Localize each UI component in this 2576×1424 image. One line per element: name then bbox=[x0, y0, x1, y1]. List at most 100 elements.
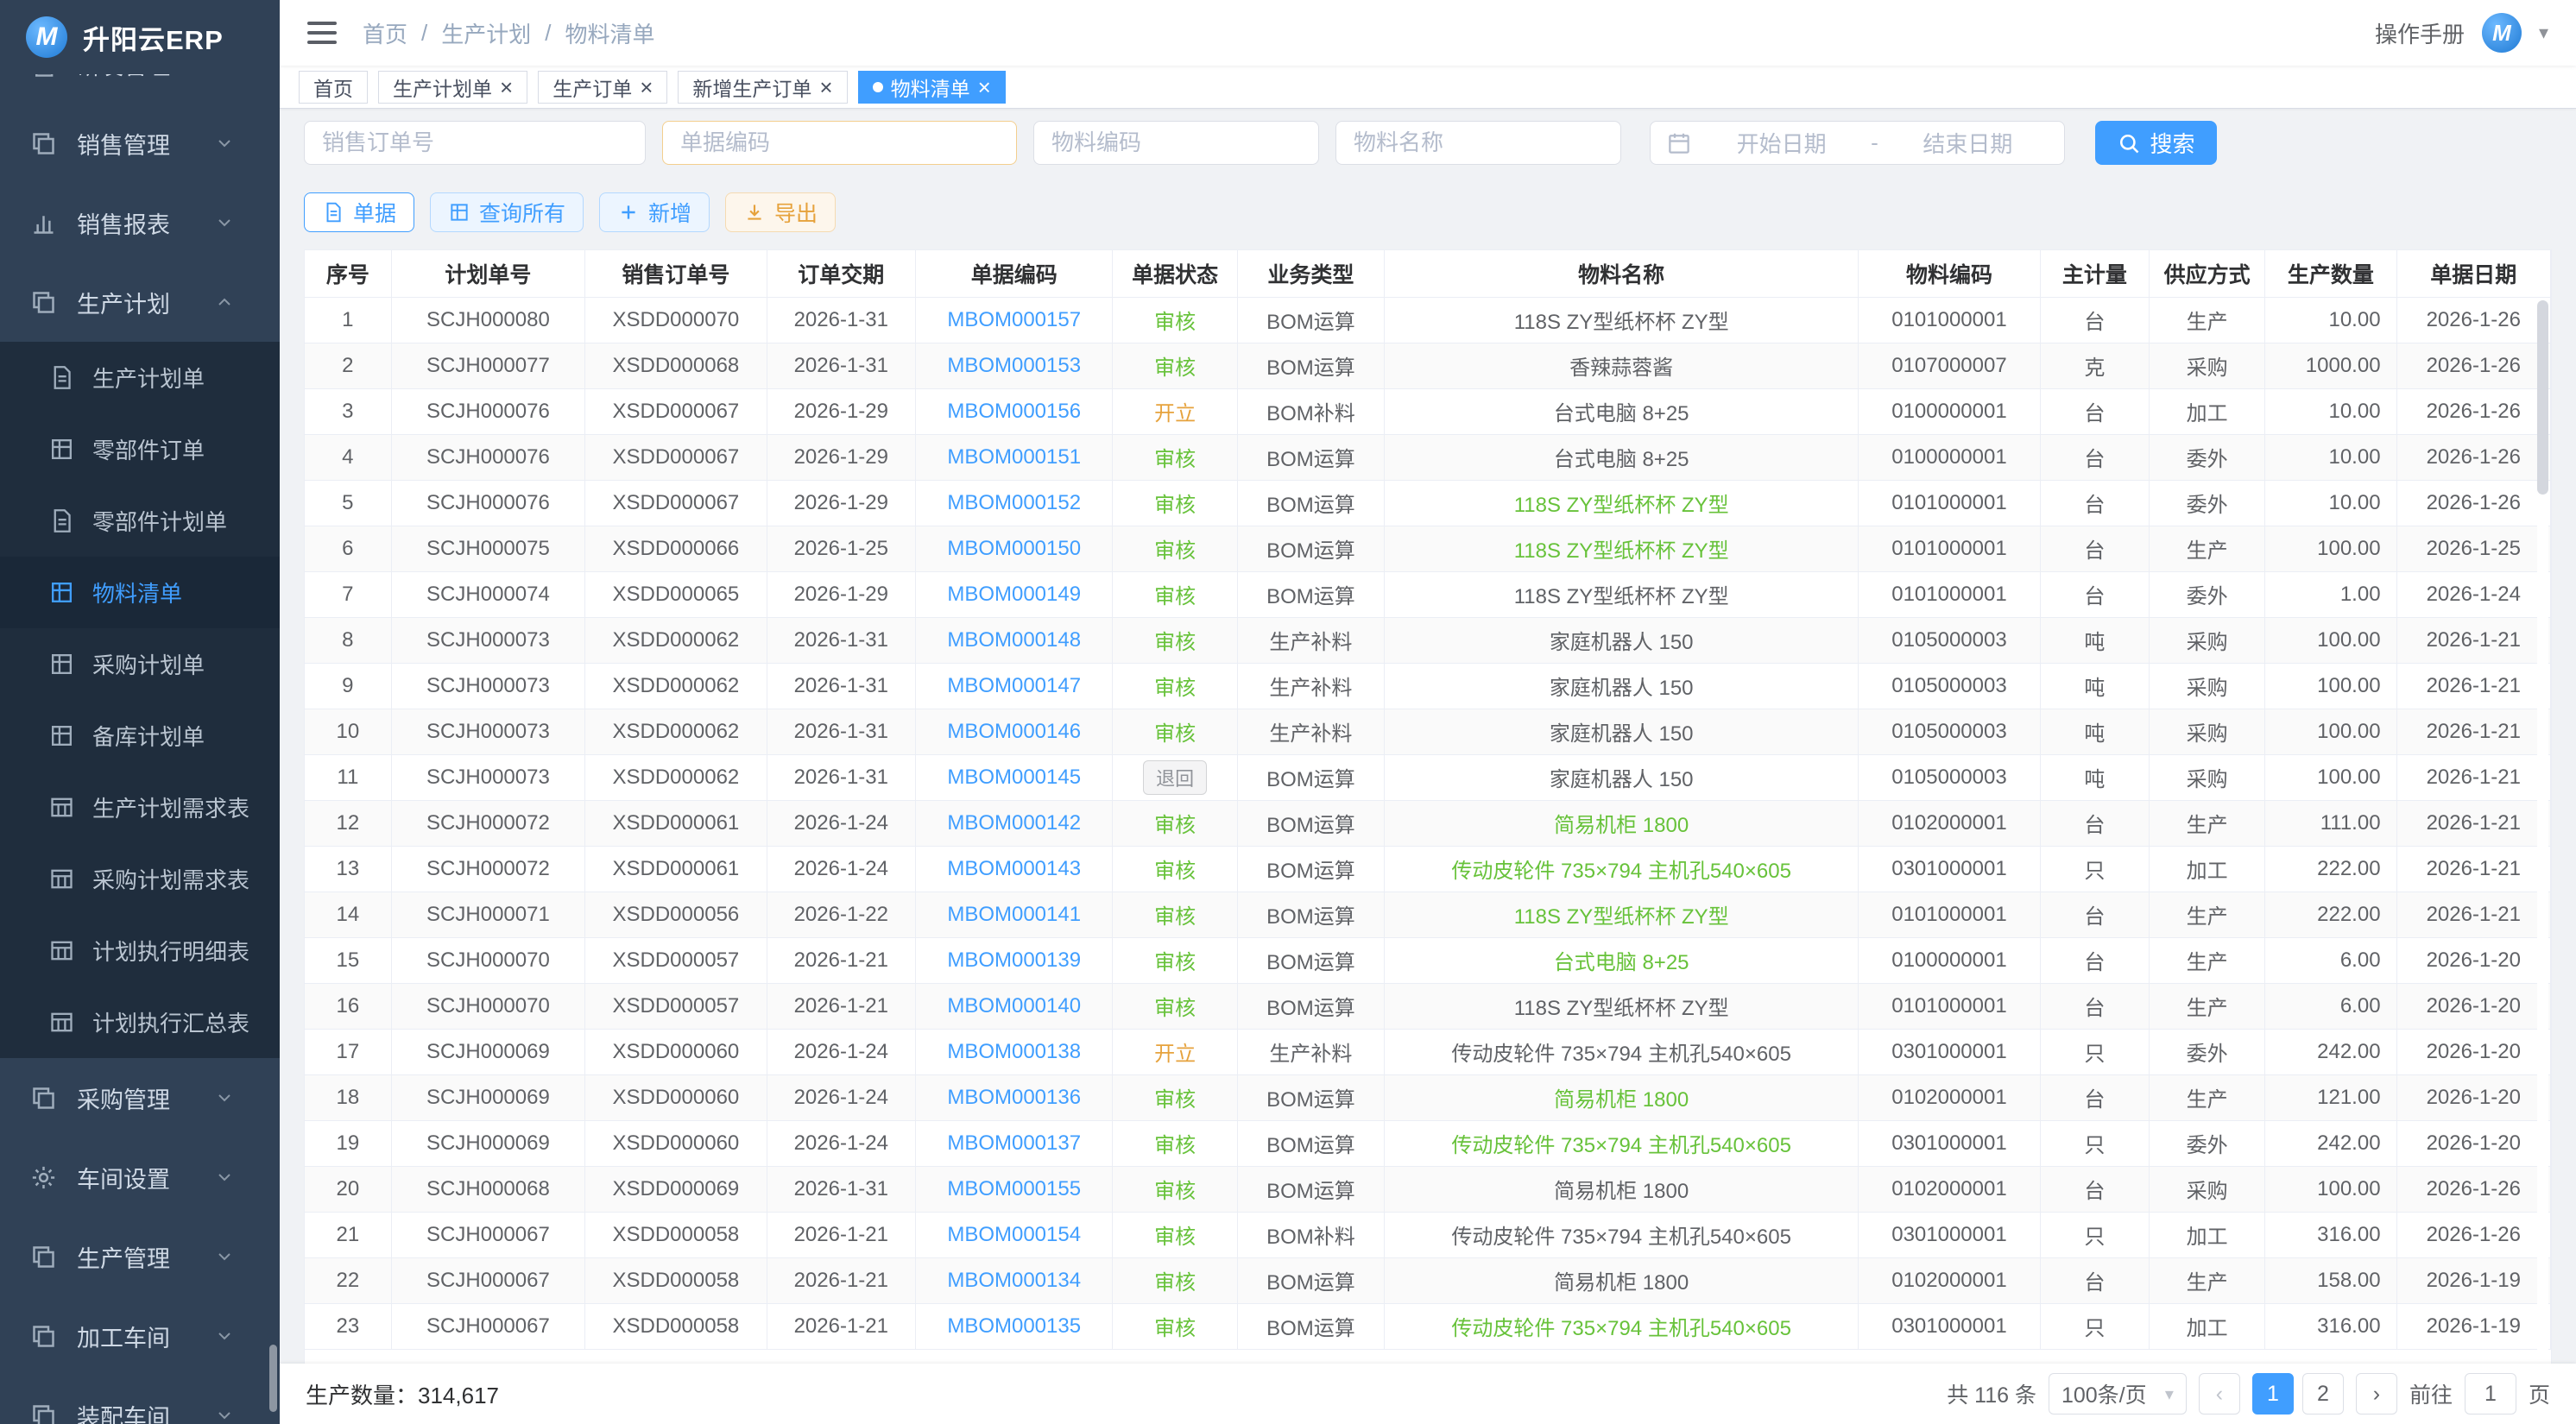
doc-code-input[interactable] bbox=[662, 121, 1017, 165]
cell-qty: 1.00 bbox=[2265, 571, 2396, 617]
start-date-placeholder: 开始日期 bbox=[1701, 127, 1862, 159]
export-button[interactable]: 导出 bbox=[725, 192, 836, 232]
manual-link[interactable]: 操作手册 bbox=[2375, 17, 2465, 49]
doc-code-link[interactable]: MBOM000147 bbox=[947, 674, 1081, 697]
sidebar-subitem-8[interactable]: 计划执行明细表 bbox=[0, 915, 280, 986]
search-icon bbox=[2117, 131, 2141, 155]
doc-code-link[interactable]: MBOM000136 bbox=[947, 1086, 1081, 1109]
page-size-select[interactable]: 100条/页 ▾ bbox=[2049, 1373, 2187, 1415]
cell-supply: 生产 bbox=[2149, 800, 2264, 846]
page-button-2[interactable]: 2 bbox=[2302, 1373, 2344, 1415]
sidebar-subitem-5[interactable]: 备库计划单 bbox=[0, 700, 280, 772]
cell-material_code: 0101000001 bbox=[1859, 297, 2040, 343]
doc-icon bbox=[48, 507, 75, 534]
doc-code-link[interactable]: MBOM000143 bbox=[947, 857, 1081, 880]
doc-code-link[interactable]: MBOM000149 bbox=[947, 583, 1081, 606]
close-icon[interactable]: × bbox=[640, 76, 653, 98]
sidebar-subitem-2[interactable]: 零部件计划单 bbox=[0, 485, 280, 557]
doc-code-link[interactable]: MBOM000154 bbox=[947, 1223, 1081, 1246]
sidebar-subitem-7[interactable]: 采购计划需求表 bbox=[0, 843, 280, 915]
doc-code-link[interactable]: MBOM000156 bbox=[947, 400, 1081, 423]
add-button[interactable]: 新增 bbox=[599, 192, 710, 232]
sidebar-item-6[interactable]: 生产管理 bbox=[0, 1217, 280, 1296]
sidebar-item-4[interactable]: 采购管理 bbox=[0, 1058, 280, 1137]
doc-code-link[interactable]: MBOM000134 bbox=[947, 1269, 1081, 1292]
close-icon[interactable]: × bbox=[978, 76, 991, 98]
chevron-right-icon: › bbox=[2373, 1382, 2380, 1407]
material-code-input[interactable] bbox=[1033, 121, 1319, 165]
date-range-picker[interactable]: 开始日期 - 结束日期 bbox=[1650, 121, 2065, 165]
doc-code-link[interactable]: MBOM000137 bbox=[947, 1131, 1081, 1155]
cell-due_date: 2026-1-21 bbox=[767, 983, 915, 1029]
cell-due_date: 2026-1-31 bbox=[767, 709, 915, 754]
sidebar-subitem-6[interactable]: 生产计划需求表 bbox=[0, 772, 280, 843]
sidebar-item-8[interactable]: 装配车间 bbox=[0, 1376, 280, 1424]
doc-code-link[interactable]: MBOM000155 bbox=[947, 1177, 1081, 1200]
page-button-1[interactable]: 1 bbox=[2252, 1373, 2294, 1415]
tab-4[interactable]: 物料清单× bbox=[858, 71, 1006, 104]
goto-page-input[interactable] bbox=[2465, 1373, 2516, 1415]
sidebar-item-5[interactable]: 车间设置 bbox=[0, 1137, 280, 1217]
doc-code-link[interactable]: MBOM000157 bbox=[947, 308, 1081, 331]
sidebar-subitem-label: 零部件计划单 bbox=[92, 505, 227, 537]
close-icon[interactable]: × bbox=[819, 76, 832, 98]
chevron-down-icon[interactable]: ▾ bbox=[2539, 22, 2548, 44]
doc-code-link[interactable]: MBOM000145 bbox=[947, 766, 1081, 789]
doc-code-link[interactable]: MBOM000146 bbox=[947, 720, 1081, 743]
tab-3[interactable]: 新增生产订单× bbox=[678, 71, 847, 104]
cell-supply: 加工 bbox=[2149, 1303, 2264, 1349]
tab-0[interactable]: 首页 bbox=[299, 71, 368, 104]
sidebar-subitem-3[interactable]: 物料清单 bbox=[0, 557, 280, 628]
cell-sales_no: XSDD000060 bbox=[585, 1029, 767, 1074]
prev-page-button[interactable]: ‹ bbox=[2199, 1373, 2240, 1415]
cell-doc_code: MBOM000152 bbox=[915, 480, 1112, 526]
table-row: 3SCJH000076XSDD0000672026-1-29MBOM000156… bbox=[305, 388, 2551, 434]
doc-code-link[interactable]: MBOM000152 bbox=[947, 491, 1081, 514]
doc-code-link[interactable]: MBOM000140 bbox=[947, 994, 1081, 1018]
sidebar: M 升阳云ERP 研发管理销售管理销售报表生产计划生产计划单零部件订单零部件计划… bbox=[0, 0, 280, 1424]
breadcrumb-item-home[interactable]: 首页 bbox=[363, 17, 407, 49]
sidebar-subitem-1[interactable]: 零部件订单 bbox=[0, 413, 280, 485]
cell-biz_type: 生产补料 bbox=[1237, 617, 1384, 663]
doc-code-link[interactable]: MBOM000135 bbox=[947, 1314, 1081, 1338]
cell-idx: 16 bbox=[305, 983, 391, 1029]
next-page-button[interactable]: › bbox=[2356, 1373, 2397, 1415]
doc-code-link[interactable]: MBOM000153 bbox=[947, 354, 1081, 377]
cell-unit: 只 bbox=[2040, 1029, 2149, 1074]
doc-code-link[interactable]: MBOM000148 bbox=[947, 628, 1081, 652]
cell-sales_no: XSDD000070 bbox=[585, 297, 767, 343]
doc-code-link[interactable]: MBOM000138 bbox=[947, 1040, 1081, 1063]
table-scrollbar-thumb[interactable] bbox=[2537, 300, 2548, 495]
doc-code-link[interactable]: MBOM000141 bbox=[947, 903, 1081, 926]
doc-code-link[interactable]: MBOM000139 bbox=[947, 948, 1081, 972]
query-all-button[interactable]: 查询所有 bbox=[430, 192, 584, 232]
doc-code-link[interactable]: MBOM000150 bbox=[947, 537, 1081, 560]
doc-code-link[interactable]: MBOM000151 bbox=[947, 445, 1081, 469]
avatar[interactable]: M bbox=[2482, 13, 2522, 53]
hamburger-menu-icon[interactable] bbox=[307, 22, 337, 44]
sidebar-subitem-0[interactable]: 生产计划单 bbox=[0, 342, 280, 413]
sidebar-item-1[interactable]: 销售管理 bbox=[0, 104, 280, 183]
breadcrumb-item-plan[interactable]: 生产计划 bbox=[441, 17, 531, 49]
cell-supply: 委外 bbox=[2149, 480, 2264, 526]
material-name-input[interactable] bbox=[1335, 121, 1621, 165]
doc-code-link[interactable]: MBOM000142 bbox=[947, 811, 1081, 835]
close-icon[interactable]: × bbox=[500, 76, 513, 98]
sidebar-subitem-9[interactable]: 计划执行汇总表 bbox=[0, 986, 280, 1058]
breadcrumb-separator: / bbox=[421, 20, 427, 47]
cell-due_date: 2026-1-24 bbox=[767, 1074, 915, 1120]
sidebar-item-3[interactable]: 生产计划 bbox=[0, 262, 280, 342]
tab-1[interactable]: 生产计划单× bbox=[378, 71, 527, 104]
sidebar-item-2[interactable]: 销售报表 bbox=[0, 183, 280, 262]
cell-doc_date: 2026-1-20 bbox=[2396, 1120, 2550, 1166]
navbar-right: 操作手册 M ▾ bbox=[2375, 13, 2548, 53]
cell-sales_no: XSDD000060 bbox=[585, 1120, 767, 1166]
tab-2[interactable]: 生产订单× bbox=[538, 71, 667, 104]
sidebar-scrollbar[interactable] bbox=[269, 1345, 277, 1412]
sales-order-input[interactable] bbox=[304, 121, 646, 165]
sidebar-subitem-4[interactable]: 采购计划单 bbox=[0, 628, 280, 700]
search-button[interactable]: 搜索 bbox=[2095, 121, 2217, 165]
sidebar-item-7[interactable]: 加工车间 bbox=[0, 1296, 280, 1376]
doc-button[interactable]: 单据 bbox=[304, 192, 414, 232]
cell-doc_date: 2026-1-20 bbox=[2396, 1074, 2550, 1120]
